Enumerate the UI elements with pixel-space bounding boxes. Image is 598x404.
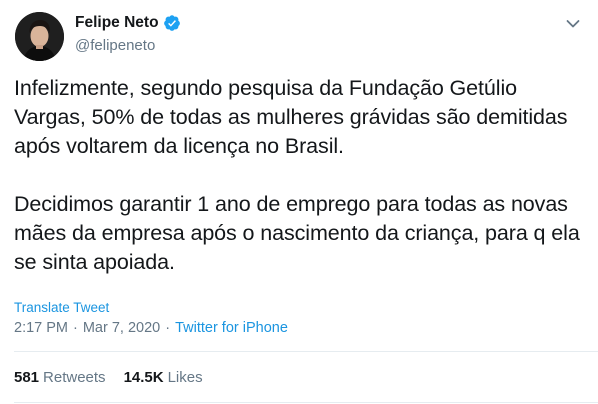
meta-separator: · xyxy=(165,320,171,336)
tweet-date[interactable]: Mar 7, 2020 xyxy=(83,320,160,336)
divider xyxy=(14,351,598,352)
likes-label: Likes xyxy=(167,369,203,386)
tweet-time[interactable]: 2:17 PM xyxy=(14,320,68,336)
divider xyxy=(14,402,598,403)
tweet-text: Infelizmente, segundo pesquisa da Fundaç… xyxy=(14,74,589,277)
avatar[interactable] xyxy=(15,12,64,61)
retweets-label: Retweets xyxy=(43,369,106,386)
verified-badge-icon xyxy=(163,14,181,32)
likes-stat[interactable]: 14.5K Likes xyxy=(124,369,203,386)
tweet-stats: 581 Retweets 14.5K Likes xyxy=(14,369,203,386)
tweet-card: Felipe Neto @felipeneto Infelizmente, se… xyxy=(0,0,598,404)
retweets-count: 581 xyxy=(14,369,40,386)
tweet-meta: 2:17 PM · Mar 7, 2020 · Twitter for iPho… xyxy=(14,320,288,336)
author-handle[interactable]: @felipeneto xyxy=(75,37,155,54)
translate-tweet-link[interactable]: Translate Tweet xyxy=(14,300,109,315)
likes-count: 14.5K xyxy=(123,369,164,386)
meta-separator: · xyxy=(73,320,78,336)
author-display-name[interactable]: Felipe Neto xyxy=(75,14,159,32)
author-name-row: Felipe Neto xyxy=(75,14,181,32)
tweet-source-link[interactable]: Twitter for iPhone xyxy=(175,320,288,336)
tweet-paragraph: Decidimos garantir 1 ano de emprego para… xyxy=(14,192,580,274)
tweet-paragraph: Infelizmente, segundo pesquisa da Fundaç… xyxy=(14,76,568,158)
chevron-down-icon[interactable] xyxy=(566,16,580,28)
retweets-stat[interactable]: 581 Retweets xyxy=(14,369,106,386)
